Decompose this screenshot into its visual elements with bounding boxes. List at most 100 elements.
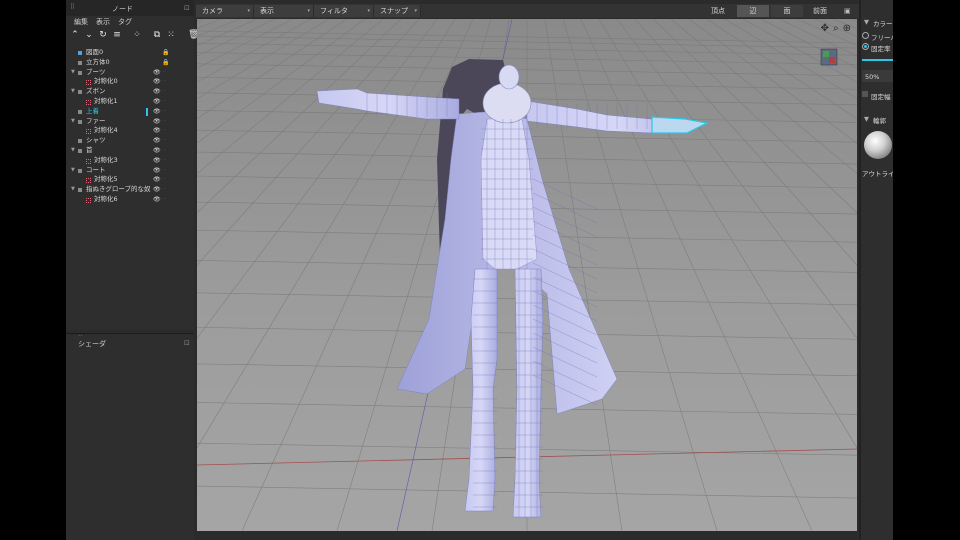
head — [498, 64, 520, 90]
color-section-title: カラー — [873, 20, 893, 28]
eye-icon[interactable]: 👁 — [153, 136, 161, 146]
eye-icon[interactable]: 👁 — [153, 117, 161, 127]
lock-toggle-icon[interactable]: ·· — [163, 107, 166, 117]
target-icon[interactable]: ⊕ — [843, 23, 851, 34]
eye-icon[interactable]: 👁 — [153, 195, 161, 205]
tree-row[interactable]: ▼ コート 👁 ·· — [66, 166, 194, 176]
zoom-icon[interactable]: ⌕ — [833, 23, 839, 34]
eye-icon[interactable]: 👁 — [153, 126, 161, 136]
move-icon[interactable]: ✥ — [821, 23, 829, 34]
lock-toggle-icon[interactable]: ·· — [163, 175, 166, 185]
tree-row[interactable]: ▼ 首 👁 ·· — [66, 146, 194, 156]
expand-arrow-icon[interactable]: ▼ — [71, 87, 75, 97]
tree-row[interactable]: 立方体0 🔒 — [66, 58, 194, 68]
freehand-radio[interactable] — [862, 32, 869, 39]
tree-row[interactable]: 対称化6 👁 ·· — [66, 195, 194, 205]
lock-toggle-icon[interactable]: ·· — [163, 126, 166, 136]
tree-row[interactable]: 上着 👁 ·· — [66, 107, 194, 117]
fixed-width-checkbox[interactable] — [862, 91, 868, 97]
lock-toggle-icon[interactable]: ·· — [163, 117, 166, 127]
view-cube-icon[interactable] — [820, 48, 838, 66]
tree-row[interactable]: ▼ ズボン 👁 ·· — [66, 87, 194, 97]
lock-toggle-icon[interactable]: ·· — [163, 97, 166, 107]
tree-row-label: 図面0 — [86, 48, 104, 56]
shader-panel: ‥ シェーダ ⊡ — [66, 331, 194, 540]
vertex-mode-button[interactable]: 頂点 — [711, 5, 725, 17]
drag-handle-icon[interactable]: ‥ — [78, 331, 84, 338]
lock-toggle-icon[interactable]: ·· — [163, 68, 166, 78]
eye-icon[interactable]: 👁 — [153, 68, 161, 78]
display-menu[interactable]: 表示 ▾ — [254, 5, 314, 17]
arrow-up-icon[interactable]: ⌃ — [70, 30, 80, 40]
lock-toggle-icon[interactable]: ·· — [163, 185, 166, 195]
menu-view[interactable]: 表示 — [96, 17, 110, 27]
tree-row[interactable]: 対称化3 👁 ·· — [66, 156, 194, 166]
node-icon — [78, 90, 82, 95]
lock-toggle-icon[interactable]: ·· — [163, 156, 166, 166]
panel-close-icon[interactable]: ⊡ — [184, 4, 190, 12]
drag-handle-icon[interactable]: ⠿ — [70, 4, 76, 11]
layers-icon[interactable]: ⧉ — [152, 30, 162, 40]
lock-toggle-icon[interactable]: ·· — [163, 87, 166, 97]
eye-icon[interactable]: 👁 — [153, 175, 161, 185]
panel-close-icon[interactable]: ⊡ — [184, 339, 190, 347]
duplicate-icon[interactable]: ⁙ — [166, 30, 176, 40]
shader-panel-title: シェーダ — [78, 340, 106, 348]
sort-icon[interactable]: ≡ — [112, 30, 122, 40]
eye-icon[interactable]: 👁 — [153, 146, 161, 156]
panel-layout-icon[interactable]: ▣ — [844, 5, 851, 17]
tree-row[interactable]: 図面0 🔒 — [66, 48, 194, 58]
tree-row[interactable]: ▼ 指ぬきグローブ的な奴 👁 ·· — [66, 185, 194, 195]
lock-icon[interactable]: 🔒 — [162, 58, 169, 68]
rate-slider[interactable] — [862, 59, 893, 61]
lock-toggle-icon[interactable]: ·· — [163, 146, 166, 156]
tree-row[interactable]: 対称化0 👁 ·· — [66, 77, 194, 87]
collapse-icon[interactable]: ▼ — [864, 18, 869, 26]
camera-menu[interactable]: カメラ ▾ — [196, 5, 254, 17]
eye-icon[interactable]: 👁 — [153, 156, 161, 166]
tree-row[interactable]: シャツ 👁 ·· — [66, 136, 194, 146]
lock-toggle-icon[interactable]: ·· — [163, 195, 166, 205]
node-icon — [78, 119, 82, 124]
eye-icon[interactable]: 👁 — [153, 107, 161, 117]
snap-menu[interactable]: スナップ ▾ — [374, 5, 421, 17]
tree-row-label: ズボン — [86, 87, 106, 96]
collapse-icon[interactable]: ▼ — [864, 115, 869, 123]
viewport-nav-icons: ✥ ⌕ ⊕ — [821, 23, 851, 34]
fixed-rate-label: 固定率 — [871, 45, 891, 53]
eye-icon[interactable]: 👁 — [153, 166, 161, 176]
node-toolbar: ⌃ ⌄ ↻ ≡ ⁘ ⧉ ⁙ 🗑 — [70, 30, 199, 42]
menu-edit[interactable]: 編集 — [74, 17, 88, 27]
expand-arrow-icon[interactable]: ▼ — [71, 68, 75, 78]
eye-icon[interactable]: 👁 — [153, 77, 161, 87]
eye-icon[interactable]: 👁 — [153, 87, 161, 97]
tree-row[interactable]: 対称化4 👁 ·· — [66, 126, 194, 136]
lock-toggle-icon[interactable]: ·· — [163, 166, 166, 176]
expand-arrow-icon[interactable]: ▼ — [71, 185, 75, 195]
grid-icon[interactable]: ⁘ — [132, 30, 142, 40]
tree-row[interactable]: ▼ ファー 👁 ·· — [66, 117, 194, 127]
node-icon — [78, 70, 82, 75]
expand-arrow-icon[interactable]: ▼ — [71, 166, 75, 176]
tree-row[interactable]: 対称化1 👁 ·· — [66, 97, 194, 107]
lock-toggle-icon[interactable]: ·· — [163, 136, 166, 146]
front-view-button[interactable]: 前面 — [813, 5, 827, 17]
eye-icon[interactable]: 👁 — [153, 185, 161, 195]
expand-arrow-icon[interactable]: ▼ — [71, 146, 75, 156]
eye-icon[interactable]: 👁 — [153, 97, 161, 107]
tree-row[interactable]: 対称化5 👁 ·· — [66, 175, 194, 185]
arrow-down-icon[interactable]: ⌄ — [84, 30, 94, 40]
node-icon — [78, 188, 82, 193]
lock-icon[interactable]: 🔒 — [162, 48, 169, 58]
edge-mode-button[interactable]: 辺 — [737, 5, 769, 17]
lock-toggle-icon[interactable]: ·· — [163, 77, 166, 87]
3d-viewport[interactable]: ✥ ⌕ ⊕ — [197, 19, 857, 531]
tree-row[interactable]: ▼ ブーツ 👁 ·· — [66, 68, 194, 78]
face-mode-button[interactable]: 面 — [771, 5, 803, 17]
rotate-icon[interactable]: ↻ — [98, 30, 108, 40]
fixed-rate-radio[interactable] — [862, 43, 869, 50]
node-icon — [78, 109, 82, 114]
filter-menu[interactable]: フィルタ ▾ — [314, 5, 374, 17]
menu-tag[interactable]: タグ — [118, 17, 132, 27]
expand-arrow-icon[interactable]: ▼ — [71, 117, 75, 127]
